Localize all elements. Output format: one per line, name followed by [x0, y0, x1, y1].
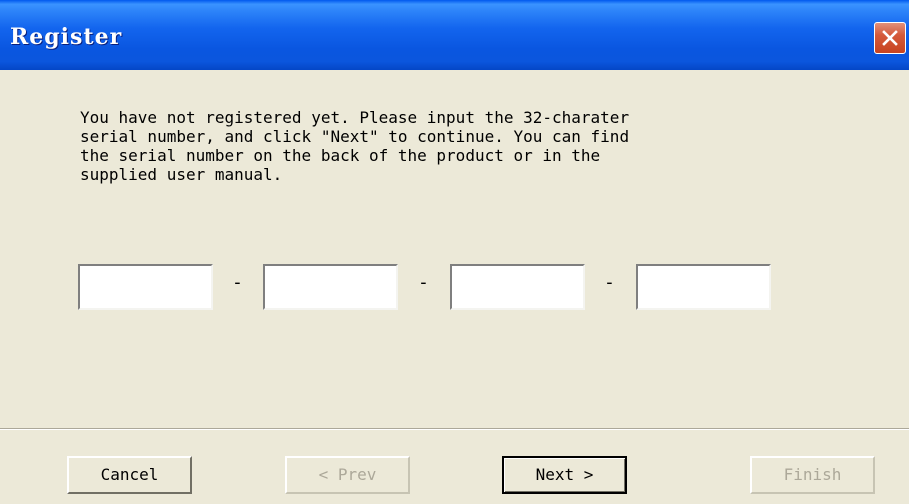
- close-icon: [882, 30, 898, 46]
- serial-field-1[interactable]: [78, 264, 213, 310]
- serial-separator: -: [604, 272, 615, 293]
- serial-field-2[interactable]: [263, 264, 398, 310]
- footer-divider: [0, 428, 909, 430]
- serial-field-4[interactable]: [636, 264, 771, 310]
- serial-field-3[interactable]: [450, 264, 585, 310]
- registration-message: You have not registered yet. Please inpu…: [80, 108, 630, 184]
- window-title: Register: [10, 24, 123, 50]
- next-button[interactable]: Next >: [502, 456, 627, 494]
- cancel-button[interactable]: Cancel: [67, 456, 192, 494]
- serial-separator: -: [418, 272, 429, 293]
- title-bar[interactable]: Register: [0, 0, 909, 70]
- register-dialog: Register You have not registered yet. Pl…: [0, 0, 909, 504]
- prev-button[interactable]: < Prev: [285, 456, 410, 494]
- serial-separator: -: [232, 272, 243, 293]
- close-button[interactable]: [874, 22, 906, 54]
- finish-button[interactable]: Finish: [750, 456, 875, 494]
